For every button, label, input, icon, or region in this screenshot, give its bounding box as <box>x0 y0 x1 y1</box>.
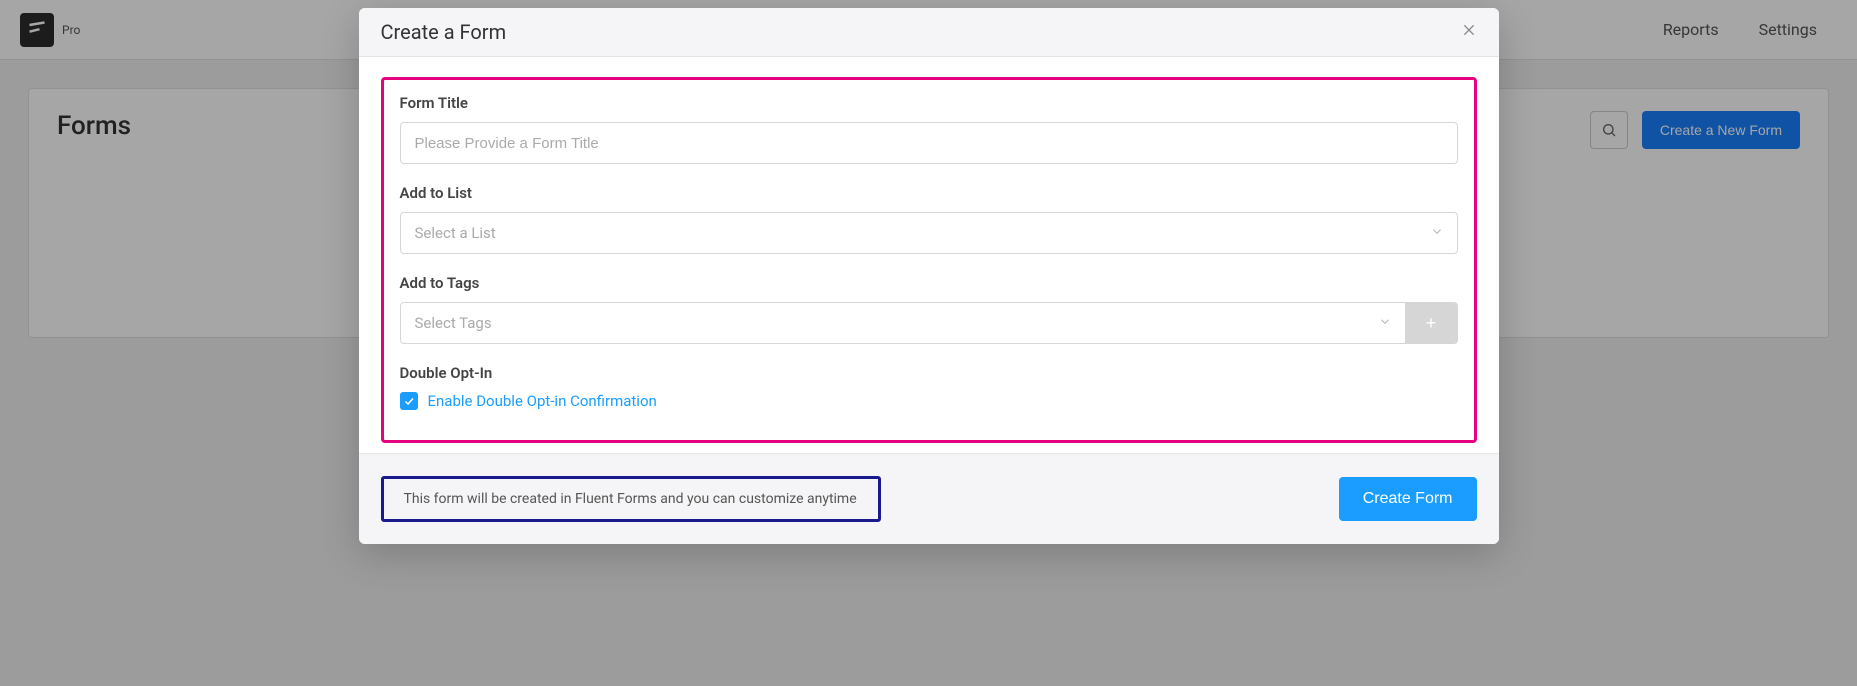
add-to-tags-group: Add to Tags Select Tags + <box>400 274 1458 344</box>
add-tag-button[interactable]: + <box>1406 302 1458 344</box>
chevron-down-icon <box>1378 314 1392 333</box>
form-title-label: Form Title <box>400 94 1458 112</box>
double-optin-group: Double Opt-In Enable Double Opt-in Confi… <box>400 364 1458 410</box>
create-form-modal: Create a Form Form Title Add to List Sel… <box>359 8 1499 544</box>
form-title-group: Form Title <box>400 94 1458 164</box>
add-to-list-label: Add to List <box>400 184 1458 202</box>
add-to-tags-select[interactable]: Select Tags <box>400 302 1406 344</box>
double-optin-checkbox[interactable] <box>400 392 418 410</box>
add-to-tags-placeholder: Select Tags <box>415 314 492 332</box>
close-icon <box>1461 22 1477 38</box>
modal-footer: This form will be created in Fluent Form… <box>359 453 1499 544</box>
add-to-list-select[interactable]: Select a List <box>400 212 1458 254</box>
add-to-list-placeholder: Select a List <box>415 224 496 242</box>
plus-icon: + <box>1426 313 1437 334</box>
add-to-tags-label: Add to Tags <box>400 274 1458 292</box>
chevron-down-icon <box>1430 224 1444 243</box>
add-to-tags-select-wrap: Select Tags + <box>400 302 1458 344</box>
double-optin-label: Double Opt-In <box>400 364 1458 382</box>
add-to-list-group: Add to List Select a List <box>400 184 1458 254</box>
double-optin-checkbox-label[interactable]: Enable Double Opt-in Confirmation <box>428 392 657 410</box>
form-fields-highlight: Form Title Add to List Select a List <box>381 77 1477 443</box>
modal-close-button[interactable] <box>1461 22 1477 42</box>
form-title-input[interactable] <box>400 122 1458 164</box>
footer-note: This form will be created in Fluent Form… <box>404 491 858 507</box>
add-to-list-select-wrap: Select a List <box>400 212 1458 254</box>
modal-header: Create a Form <box>359 8 1499 57</box>
double-optin-checkbox-row: Enable Double Opt-in Confirmation <box>400 392 1458 410</box>
footer-note-highlight: This form will be created in Fluent Form… <box>381 476 881 522</box>
modal-title: Create a Form <box>381 20 507 44</box>
modal-overlay: Create a Form Form Title Add to List Sel… <box>0 0 1857 686</box>
create-form-submit-button[interactable]: Create Form <box>1339 477 1477 521</box>
check-icon <box>403 395 415 407</box>
modal-body: Form Title Add to List Select a List <box>359 57 1499 453</box>
